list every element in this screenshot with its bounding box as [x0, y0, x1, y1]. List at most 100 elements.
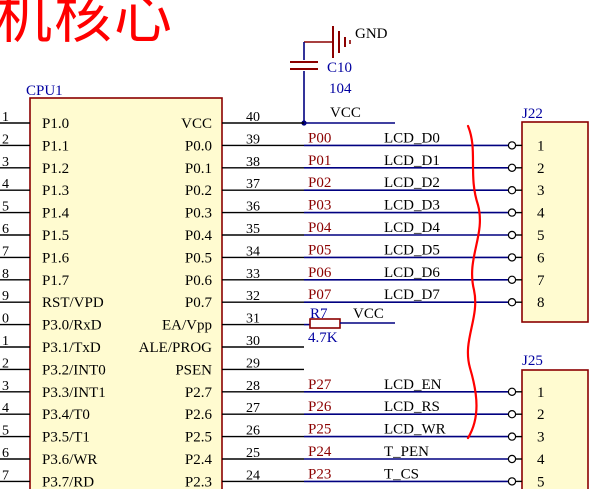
cpu-left-pin-name: P1.1	[42, 138, 69, 154]
cpu-left-pin-number: 2	[2, 132, 9, 147]
resistor-ref: R7	[310, 306, 328, 322]
net-signal-label: LCD_D1	[384, 153, 440, 169]
cpu-right-pin-number: 25	[246, 446, 260, 461]
cpu-right-pin-name: P2.7	[185, 385, 213, 401]
net-port-label: P03	[308, 198, 331, 214]
connector-pin-circle[interactable]	[507, 410, 517, 419]
net-signal-label: LCD_D3	[384, 198, 440, 214]
net-port-label: P01	[308, 153, 331, 169]
cpu-right-pin-name: P0.4	[185, 228, 213, 244]
cpu-left-pin-number: 8	[2, 267, 9, 282]
connector-pin-circle[interactable]	[507, 432, 517, 441]
connector-pin-circle[interactable]	[507, 208, 517, 217]
connector-pin-circle[interactable]	[507, 253, 517, 262]
net-signal-label: LCD_D6	[384, 265, 440, 281]
cpu-right-pin-name: PSEN	[175, 362, 212, 378]
cpu-left-pin-number: 6	[2, 446, 9, 461]
cpu-left-pin-number: 3	[2, 379, 9, 394]
cpu-right-pin-name: P2.5	[185, 430, 212, 446]
schematic-diagram: GND C10 104 CPU1 1 P1.02 P1.13 P1.24 P1.35 P1…	[0, 26, 589, 489]
cpu-right-pin-number: 30	[246, 334, 260, 349]
connector-pin-circle[interactable]	[507, 163, 517, 172]
net-signal-label: LCD_D0	[384, 130, 440, 146]
cpu-left-pin-name: P3.5/T1	[42, 430, 90, 446]
connector-j22-ref: J22	[522, 106, 543, 122]
cpu-right-pin-number: 37	[246, 177, 260, 192]
cpu-left-pin-number: 9	[2, 289, 9, 304]
cpu-left-pin-name: P1.2	[42, 161, 69, 177]
net-signal-label: LCD_RS	[384, 399, 440, 415]
cpu-right-pin-name: P0.0	[185, 138, 212, 154]
cpu-ref: CPU1	[26, 83, 63, 99]
cpu-left-pin-name: P3.6/WR	[42, 452, 97, 468]
cpu-left-pin-name: P3.3/INT1	[42, 385, 106, 401]
cpu-right-pin-number: 40	[246, 110, 260, 125]
connector-pin-number: 6	[537, 250, 545, 266]
connector-pin-number: 8	[537, 295, 545, 311]
cpu-right-pin-number: 31	[246, 312, 260, 327]
connector-pin-number: 1	[537, 385, 545, 401]
cpu-left-pin-number: 0	[2, 312, 9, 327]
resistor-net: VCC	[353, 306, 384, 322]
cpu-right-pin-name: P0.2	[185, 183, 212, 199]
net-signal-label: LCD_EN	[384, 377, 442, 393]
cpu-left-pin-number: 6	[2, 222, 9, 237]
cpu-left-pin-number: 7	[2, 244, 9, 259]
connector-pin-number: 5	[537, 474, 545, 489]
cpu-left-pin-name: P3.2/INT0	[42, 362, 106, 378]
cpu-left-pin-number: 2	[2, 356, 9, 371]
net-port-label: P26	[308, 399, 332, 415]
cpu-right-pin-number: 28	[246, 379, 260, 394]
cpu-left-pin-number: 3	[2, 155, 9, 170]
net-signal-label: LCD_D4	[384, 220, 440, 236]
cpu-left-pin-number: 5	[2, 200, 9, 215]
connector-pin-circle[interactable]	[507, 298, 517, 307]
cpu-right-pin-number: 27	[246, 401, 260, 416]
cpu-right-pin-name: P0.6	[185, 273, 213, 289]
net-signal-label: T_PEN	[384, 444, 429, 460]
connector-j25-ref: J25	[522, 353, 543, 369]
cpu-right-pin-number: 36	[246, 200, 260, 215]
net-port-label: P23	[308, 466, 331, 482]
net-signal-label: LCD_D7	[384, 287, 440, 303]
connector-pin-circle[interactable]	[507, 230, 517, 240]
cpu-left-pin-number: 4	[2, 401, 9, 416]
cpu-left-pin-name: P1.0	[42, 116, 69, 132]
cpu-right-pin-name: P2.4	[185, 452, 213, 468]
cpu-right-pin-name: P0.7	[185, 295, 213, 311]
cpu-right-pin-name: P0.1	[185, 161, 212, 177]
cpu-right-pin-name: VCC	[181, 116, 212, 132]
cpu-left-pin-number: 1	[2, 334, 9, 349]
cpu-left-pin-number: 7	[2, 468, 9, 483]
connector-pin-circle[interactable]	[507, 185, 517, 195]
net-signal-label: LCD_D2	[384, 175, 440, 191]
net-port-label: P06	[308, 265, 332, 281]
connector-pin-circle[interactable]	[507, 141, 517, 150]
connector-pin-number: 5	[537, 228, 545, 244]
cpu-left-pin-name: P3.0/RxD	[42, 318, 102, 334]
data-nets: P00 LCD_D0 P01 LCD_D1 P02 LCD_D2 P03 LCD_D3 P04 L…	[304, 130, 509, 326]
connector-pin-circle[interactable]	[507, 387, 517, 396]
connector-pin-circle[interactable]	[507, 477, 517, 486]
cpu-left-pin-name: P1.3	[42, 183, 69, 199]
control-nets: P27 LCD_EN P26 LCD_RS P25 LCD_WR P24 T_PEN P23 T_…	[304, 377, 509, 489]
net-port-label: P07	[308, 287, 332, 303]
cpu-left-pin-name: P1.6	[42, 250, 70, 266]
cap-ref: C10	[327, 60, 352, 76]
cpu-right-pin-number: 33	[246, 267, 260, 282]
cpu-right-pin-name: P2.3	[185, 474, 212, 489]
connector-pin-number: 1	[537, 138, 545, 154]
cpu-left-pin-name: P3.4/T0	[42, 407, 90, 423]
cpu-right-pin-number: 32	[246, 289, 260, 304]
net-port-label: P00	[308, 130, 331, 146]
cpu-right-pin-number: 35	[246, 222, 260, 237]
connector-pin-circle[interactable]	[507, 275, 517, 284]
net-port-label: P04	[308, 220, 332, 236]
resistor-r7: R7 VCC 4.7K	[308, 306, 395, 346]
cpu-right-pin-name: P0.3	[185, 206, 212, 222]
connector-pin-circle[interactable]	[507, 454, 517, 464]
connector-pin-number: 2	[537, 161, 545, 177]
cpu-left-pin-number: 4	[2, 177, 9, 192]
cpu-right-pin-number: 38	[246, 155, 260, 170]
cpu-left-pin-number: 1	[2, 110, 9, 125]
